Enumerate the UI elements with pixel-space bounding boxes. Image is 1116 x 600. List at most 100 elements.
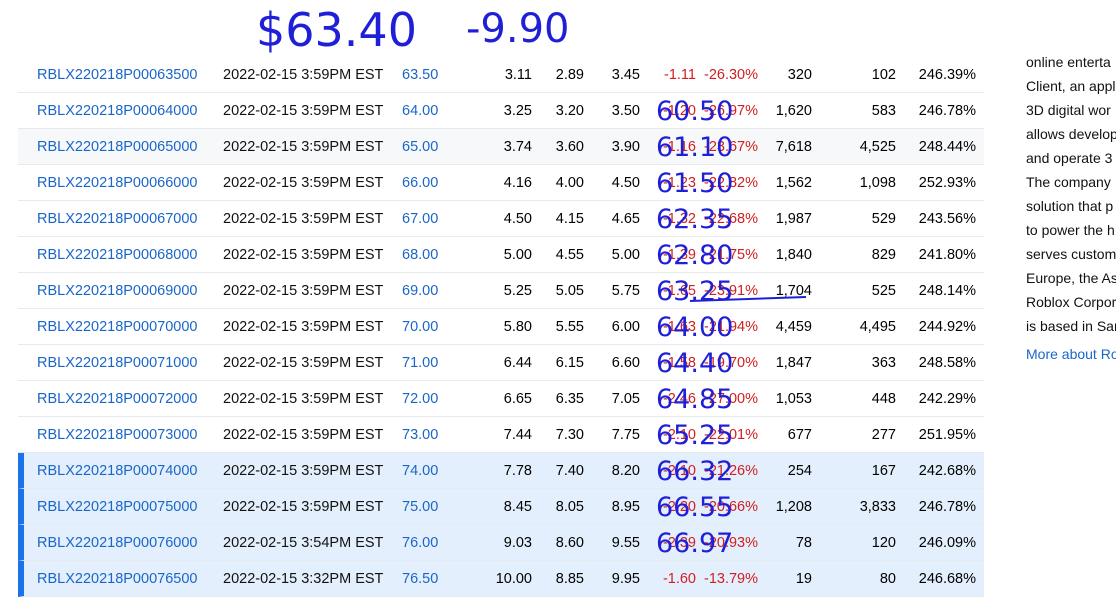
last-trade-date: 2022-02-15 3:59PM EST [223,211,384,227]
percent-change: -21.75% [703,247,758,263]
strike-link[interactable]: 71.00 [402,355,438,371]
contract-symbol-link[interactable]: RBLX220218P00072000 [37,391,197,407]
description-line: online enterta [1026,54,1111,70]
strike-link[interactable]: 72.00 [402,391,438,407]
description-line: 3D digital wor [1026,102,1111,118]
last-price: 5.00 [503,247,532,263]
percent-change: -22.82% [703,175,758,191]
price-change: -2.39 [662,535,696,551]
last-price: 7.44 [503,427,532,443]
contract-symbol-link[interactable]: RBLX220218P00073000 [37,427,197,443]
bid-price: 3.60 [555,139,584,155]
price-change: -2.20 [662,499,696,515]
bid-price: 5.05 [555,283,584,299]
ask-price: 4.65 [611,211,640,227]
volume: 1,847 [775,355,812,371]
implied-volatility: 248.14% [918,283,976,299]
volume: 1,208 [775,499,812,515]
last-trade-date: 2022-02-15 3:59PM EST [223,355,384,371]
contract-symbol-link[interactable]: RBLX220218P00066000 [37,175,197,191]
contract-symbol-link[interactable]: RBLX220218P00067000 [37,211,197,227]
implied-volatility: 242.68% [918,463,976,479]
last-trade-date: 2022-02-15 3:54PM EST [223,535,384,551]
table-row: RBLX220218P00075000 2022-02-15 3:59PM EST… [18,489,984,525]
ask-price: 3.50 [611,103,640,119]
price-change: -1.65 [662,283,696,299]
strike-link[interactable]: 76.50 [402,571,438,587]
open-interest: 525 [871,283,896,299]
volume: 1,620 [775,103,812,119]
contract-symbol-link[interactable]: RBLX220218P00075000 [37,499,197,515]
bid-price: 4.00 [555,175,584,191]
open-interest: 448 [871,391,896,407]
description-line: The company [1026,174,1111,190]
strike-link[interactable]: 64.00 [402,103,438,119]
table-row: RBLX220218P00071000 2022-02-15 3:59PM EST… [18,345,984,381]
last-price: 3.74 [503,139,532,155]
price-change: -1.20 [662,103,696,119]
last-price: 9.03 [503,535,532,551]
contract-symbol-link[interactable]: RBLX220218P00074000 [37,463,197,479]
open-interest: 829 [871,247,896,263]
price-change: -1.11 [664,67,696,83]
handwritten-change: -9.90 [466,6,570,52]
more-about-link[interactable]: More about Ro [1026,342,1116,366]
strike-link[interactable]: 65.00 [402,139,438,155]
contract-symbol-link[interactable]: RBLX220218P00076500 [37,571,197,587]
strike-link[interactable]: 67.00 [402,211,438,227]
last-price: 7.78 [503,463,532,479]
open-interest: 4,495 [859,319,896,335]
implied-volatility: 246.68% [918,571,976,587]
bid-price: 2.89 [555,67,584,83]
table-row: RBLX220218P00074000 2022-02-15 3:59PM EST… [18,453,984,489]
last-price: 8.45 [503,499,532,515]
last-trade-date: 2022-02-15 3:59PM EST [223,175,384,191]
strike-link[interactable]: 69.00 [402,283,438,299]
volume: 677 [787,427,812,443]
table-row: RBLX220218P00064000 2022-02-15 3:59PM EST… [18,93,984,129]
last-price: 4.16 [503,175,532,191]
percent-change: -20.93% [703,535,758,551]
description-line: solution that p [1026,198,1114,214]
implied-volatility: 244.92% [918,319,976,335]
last-trade-date: 2022-02-15 3:59PM EST [223,391,384,407]
volume: 1,987 [775,211,812,227]
description-line: Europe, the As [1026,270,1116,286]
contract-symbol-link[interactable]: RBLX220218P00064000 [37,103,197,119]
contract-symbol-link[interactable]: RBLX220218P00069000 [37,283,197,299]
strike-link[interactable]: 74.00 [402,463,438,479]
contract-symbol-link[interactable]: RBLX220218P00065000 [37,139,197,155]
table-row: RBLX220218P00072000 2022-02-15 3:59PM EST… [18,381,984,417]
contract-symbol-link[interactable]: RBLX220218P00076000 [37,535,197,551]
volume: 7,618 [775,139,812,155]
strike-link[interactable]: 63.50 [402,67,438,83]
strike-link[interactable]: 70.00 [402,319,438,335]
strike-link[interactable]: 68.00 [402,247,438,263]
bid-price: 6.15 [555,355,584,371]
description-line: Client, an appl [1026,78,1116,94]
table-row: RBLX220218P00070000 2022-02-15 3:59PM EST… [18,309,984,345]
table-row: RBLX220218P00076500 2022-02-15 3:32PM EST… [18,561,984,597]
last-trade-date: 2022-02-15 3:59PM EST [223,103,384,119]
last-trade-date: 2022-02-15 3:32PM EST [223,571,384,587]
ask-price: 6.60 [611,355,640,371]
contract-symbol-link[interactable]: RBLX220218P00070000 [37,319,197,335]
strike-link[interactable]: 73.00 [402,427,438,443]
percent-change: -27.00% [703,391,758,407]
strike-link[interactable]: 76.00 [402,535,438,551]
percent-change: -26.97% [703,103,758,119]
volume: 19 [795,571,812,587]
open-interest: 363 [871,355,896,371]
last-trade-date: 2022-02-15 3:59PM EST [223,499,384,515]
volume: 1,704 [775,283,812,299]
contract-symbol-link[interactable]: RBLX220218P00063500 [37,67,197,83]
ask-price: 3.45 [611,67,640,83]
strike-link[interactable]: 75.00 [402,499,438,515]
contract-symbol-link[interactable]: RBLX220218P00068000 [37,247,197,263]
percent-change: -20.66% [703,499,758,515]
implied-volatility: 251.95% [918,427,976,443]
contract-symbol-link[interactable]: RBLX220218P00071000 [37,355,197,371]
price-change: -2.10 [662,463,696,479]
last-price: 4.50 [503,211,532,227]
strike-link[interactable]: 66.00 [402,175,438,191]
